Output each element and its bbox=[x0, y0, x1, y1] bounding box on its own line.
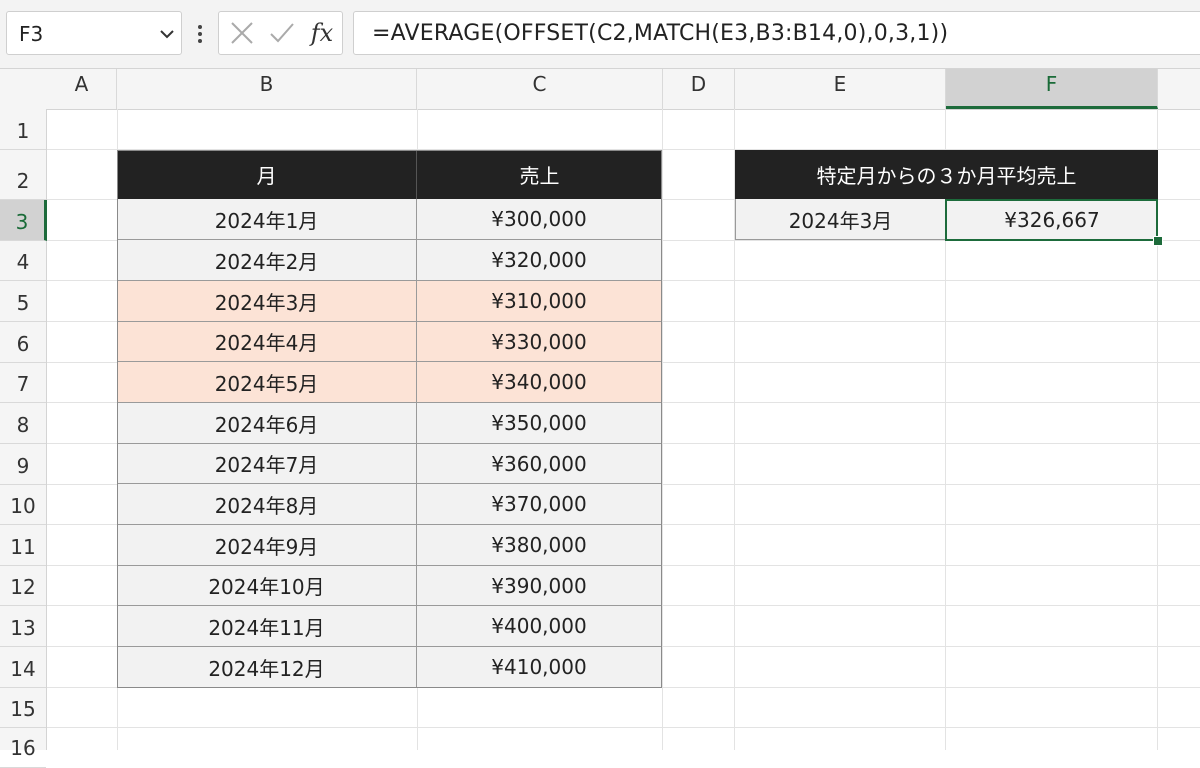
month-cell[interactable]: 2024年7月 bbox=[117, 444, 417, 484]
formula-buttons: fx bbox=[218, 11, 343, 55]
formula-toolbar: F3 fx =AVERAGE(OFFSET(C2,MATCH(E3,B3:B14… bbox=[0, 0, 1200, 69]
cancel-button[interactable] bbox=[223, 12, 261, 54]
month-cell[interactable]: 2024年2月 bbox=[117, 240, 417, 281]
row-header[interactable]: 5 bbox=[0, 281, 46, 322]
column-header-bar: A B C D E F bbox=[0, 69, 1200, 110]
vertical-dots-icon[interactable] bbox=[192, 18, 208, 50]
row-header[interactable]: 1 bbox=[0, 109, 46, 150]
name-box[interactable]: F3 bbox=[6, 11, 182, 55]
row-header[interactable]: 15 bbox=[0, 688, 46, 728]
month-cell-highlighted[interactable]: 2024年5月 bbox=[117, 362, 417, 403]
sales-cell[interactable]: ¥410,000 bbox=[417, 647, 662, 688]
row-header[interactable]: 14 bbox=[0, 647, 46, 688]
row-header[interactable]: 11 bbox=[0, 525, 46, 566]
sales-cell[interactable]: ¥400,000 bbox=[417, 606, 662, 647]
column-header-c[interactable]: C bbox=[417, 69, 663, 109]
insert-function-button[interactable]: fx bbox=[303, 12, 341, 54]
month-cell[interactable]: 2024年1月 bbox=[117, 199, 417, 240]
row-header[interactable]: 16 bbox=[0, 728, 46, 768]
sales-cell[interactable]: ¥320,000 bbox=[417, 240, 662, 281]
column-header-a[interactable]: A bbox=[47, 69, 117, 109]
column-header-b[interactable]: B bbox=[117, 69, 417, 109]
active-cell-border bbox=[945, 199, 1158, 241]
row-header[interactable]: 13 bbox=[0, 606, 46, 647]
sales-cell[interactable]: ¥350,000 bbox=[417, 403, 662, 444]
name-box-value: F3 bbox=[19, 22, 44, 46]
summary-month-cell[interactable]: 2024年3月 bbox=[735, 199, 946, 240]
chevron-down-icon[interactable] bbox=[157, 24, 177, 44]
sales-cell[interactable]: ¥360,000 bbox=[417, 444, 662, 484]
row-header[interactable]: 6 bbox=[0, 322, 46, 363]
formula-text: =AVERAGE(OFFSET(C2,MATCH(E3,B3:B14,0),0,… bbox=[372, 21, 949, 46]
month-cell[interactable]: 2024年11月 bbox=[117, 606, 417, 647]
row-header[interactable]: 8 bbox=[0, 403, 46, 444]
row-header[interactable]: 4 bbox=[0, 241, 46, 281]
row-header-selected[interactable]: 3 bbox=[0, 200, 47, 241]
row-header-bar: 1 2 3 4 5 6 7 8 9 10 11 12 13 14 15 16 bbox=[0, 109, 47, 768]
month-cell[interactable]: 2024年8月 bbox=[117, 484, 417, 525]
sales-cell-highlighted[interactable]: ¥340,000 bbox=[417, 362, 662, 403]
x-icon bbox=[231, 22, 253, 44]
month-cell-highlighted[interactable]: 2024年3月 bbox=[117, 281, 417, 322]
header-cell-sales[interactable]: 売上 bbox=[417, 150, 662, 199]
sales-cell-highlighted[interactable]: ¥310,000 bbox=[417, 281, 662, 322]
sales-cell[interactable]: ¥300,000 bbox=[417, 199, 662, 240]
column-header-d[interactable]: D bbox=[663, 69, 735, 109]
month-cell[interactable]: 2024年9月 bbox=[117, 525, 417, 566]
month-cell-highlighted[interactable]: 2024年4月 bbox=[117, 322, 417, 362]
row-header[interactable]: 10 bbox=[0, 485, 46, 525]
month-cell[interactable]: 2024年6月 bbox=[117, 403, 417, 444]
formula-input[interactable]: =AVERAGE(OFFSET(C2,MATCH(E3,B3:B14,0),0,… bbox=[353, 11, 1200, 55]
summary-header-cell[interactable]: 特定月からの３か月平均売上 bbox=[735, 150, 1158, 199]
month-cell[interactable]: 2024年12月 bbox=[117, 647, 417, 688]
column-header-g[interactable] bbox=[1158, 69, 1200, 109]
fx-icon: fx bbox=[310, 19, 334, 47]
month-cell[interactable]: 2024年10月 bbox=[117, 566, 417, 606]
column-header-e[interactable]: E bbox=[735, 69, 946, 109]
sales-cell-highlighted[interactable]: ¥330,000 bbox=[417, 322, 662, 362]
sales-cell[interactable]: ¥370,000 bbox=[417, 484, 662, 525]
header-cell-month[interactable]: 月 bbox=[117, 150, 417, 199]
row-header[interactable]: 2 bbox=[0, 150, 46, 200]
fill-handle[interactable] bbox=[1153, 236, 1163, 246]
column-header-f[interactable]: F bbox=[946, 69, 1158, 109]
row-header[interactable]: 7 bbox=[0, 363, 46, 403]
check-icon bbox=[270, 23, 294, 43]
sales-cell[interactable]: ¥390,000 bbox=[417, 566, 662, 606]
row-header[interactable]: 12 bbox=[0, 566, 46, 606]
row-header[interactable]: 9 bbox=[0, 444, 46, 485]
enter-button[interactable] bbox=[263, 12, 301, 54]
sales-cell[interactable]: ¥380,000 bbox=[417, 525, 662, 566]
